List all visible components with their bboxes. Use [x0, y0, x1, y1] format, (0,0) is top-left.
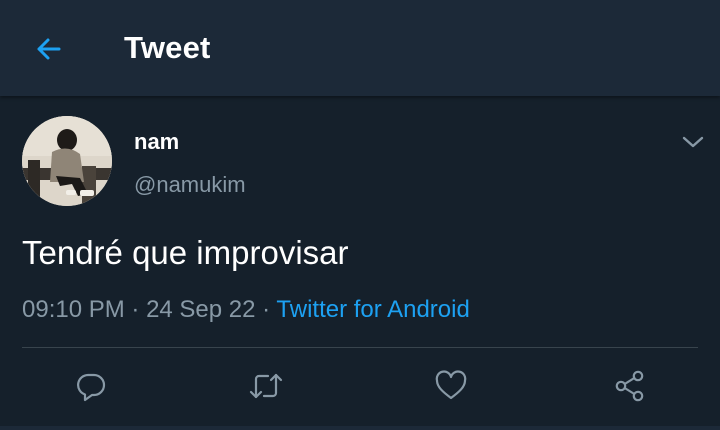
top-app-bar: Tweet — [0, 0, 720, 96]
tweet-text: Tendré que improvisar — [22, 234, 349, 271]
reply-icon — [77, 373, 106, 402]
share-button[interactable] — [612, 368, 648, 404]
divider — [22, 347, 698, 348]
avatar[interactable] — [22, 116, 112, 206]
tweet-time: 09:10 PM — [22, 296, 125, 323]
tweet-source-link[interactable]: Twitter for Android — [276, 296, 469, 323]
share-icon — [615, 370, 644, 402]
heart-icon — [435, 370, 467, 400]
reply-button[interactable] — [73, 368, 109, 404]
meta-separator: · — [255, 296, 277, 323]
back-button[interactable] — [28, 29, 68, 69]
tweet-actions-bar — [0, 360, 720, 412]
tweet-detail-screen: Tweet nam @namukim Tendré que improvisar… — [0, 0, 720, 430]
page-title: Tweet — [124, 30, 211, 65]
tweet-date: 24 Sep 22 — [146, 296, 256, 323]
bottom-edge — [0, 426, 720, 430]
profile-photo — [22, 116, 112, 206]
author-handle[interactable]: @namukim — [134, 172, 246, 198]
chevron-down-icon — [682, 136, 704, 148]
retweet-button[interactable] — [248, 368, 284, 404]
tweet-metadata: 09:10 PM · 24 Sep 22 · Twitter for Andro… — [22, 296, 470, 324]
like-button[interactable] — [433, 368, 469, 404]
retweet-icon — [249, 373, 283, 399]
tweet-options-button[interactable] — [676, 128, 710, 156]
author-name[interactable]: nam — [134, 129, 179, 155]
arrow-left-icon — [37, 38, 61, 60]
meta-separator: · — [124, 296, 147, 323]
